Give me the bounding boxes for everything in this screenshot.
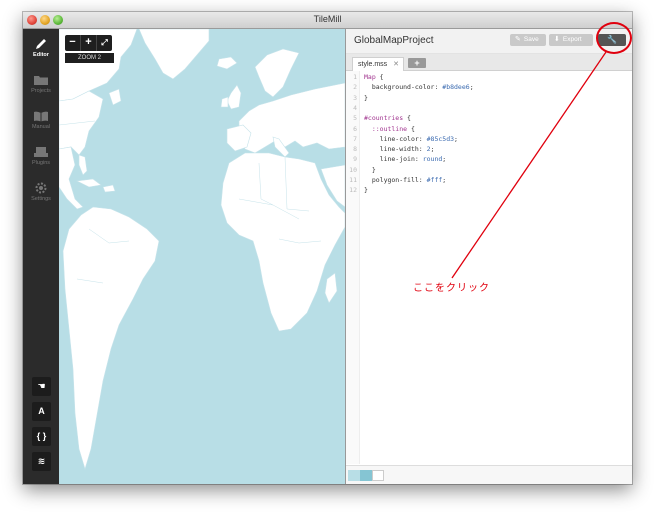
annotation-text: ここをクリック <box>413 283 490 294</box>
annotation-arrow-line <box>451 51 607 279</box>
